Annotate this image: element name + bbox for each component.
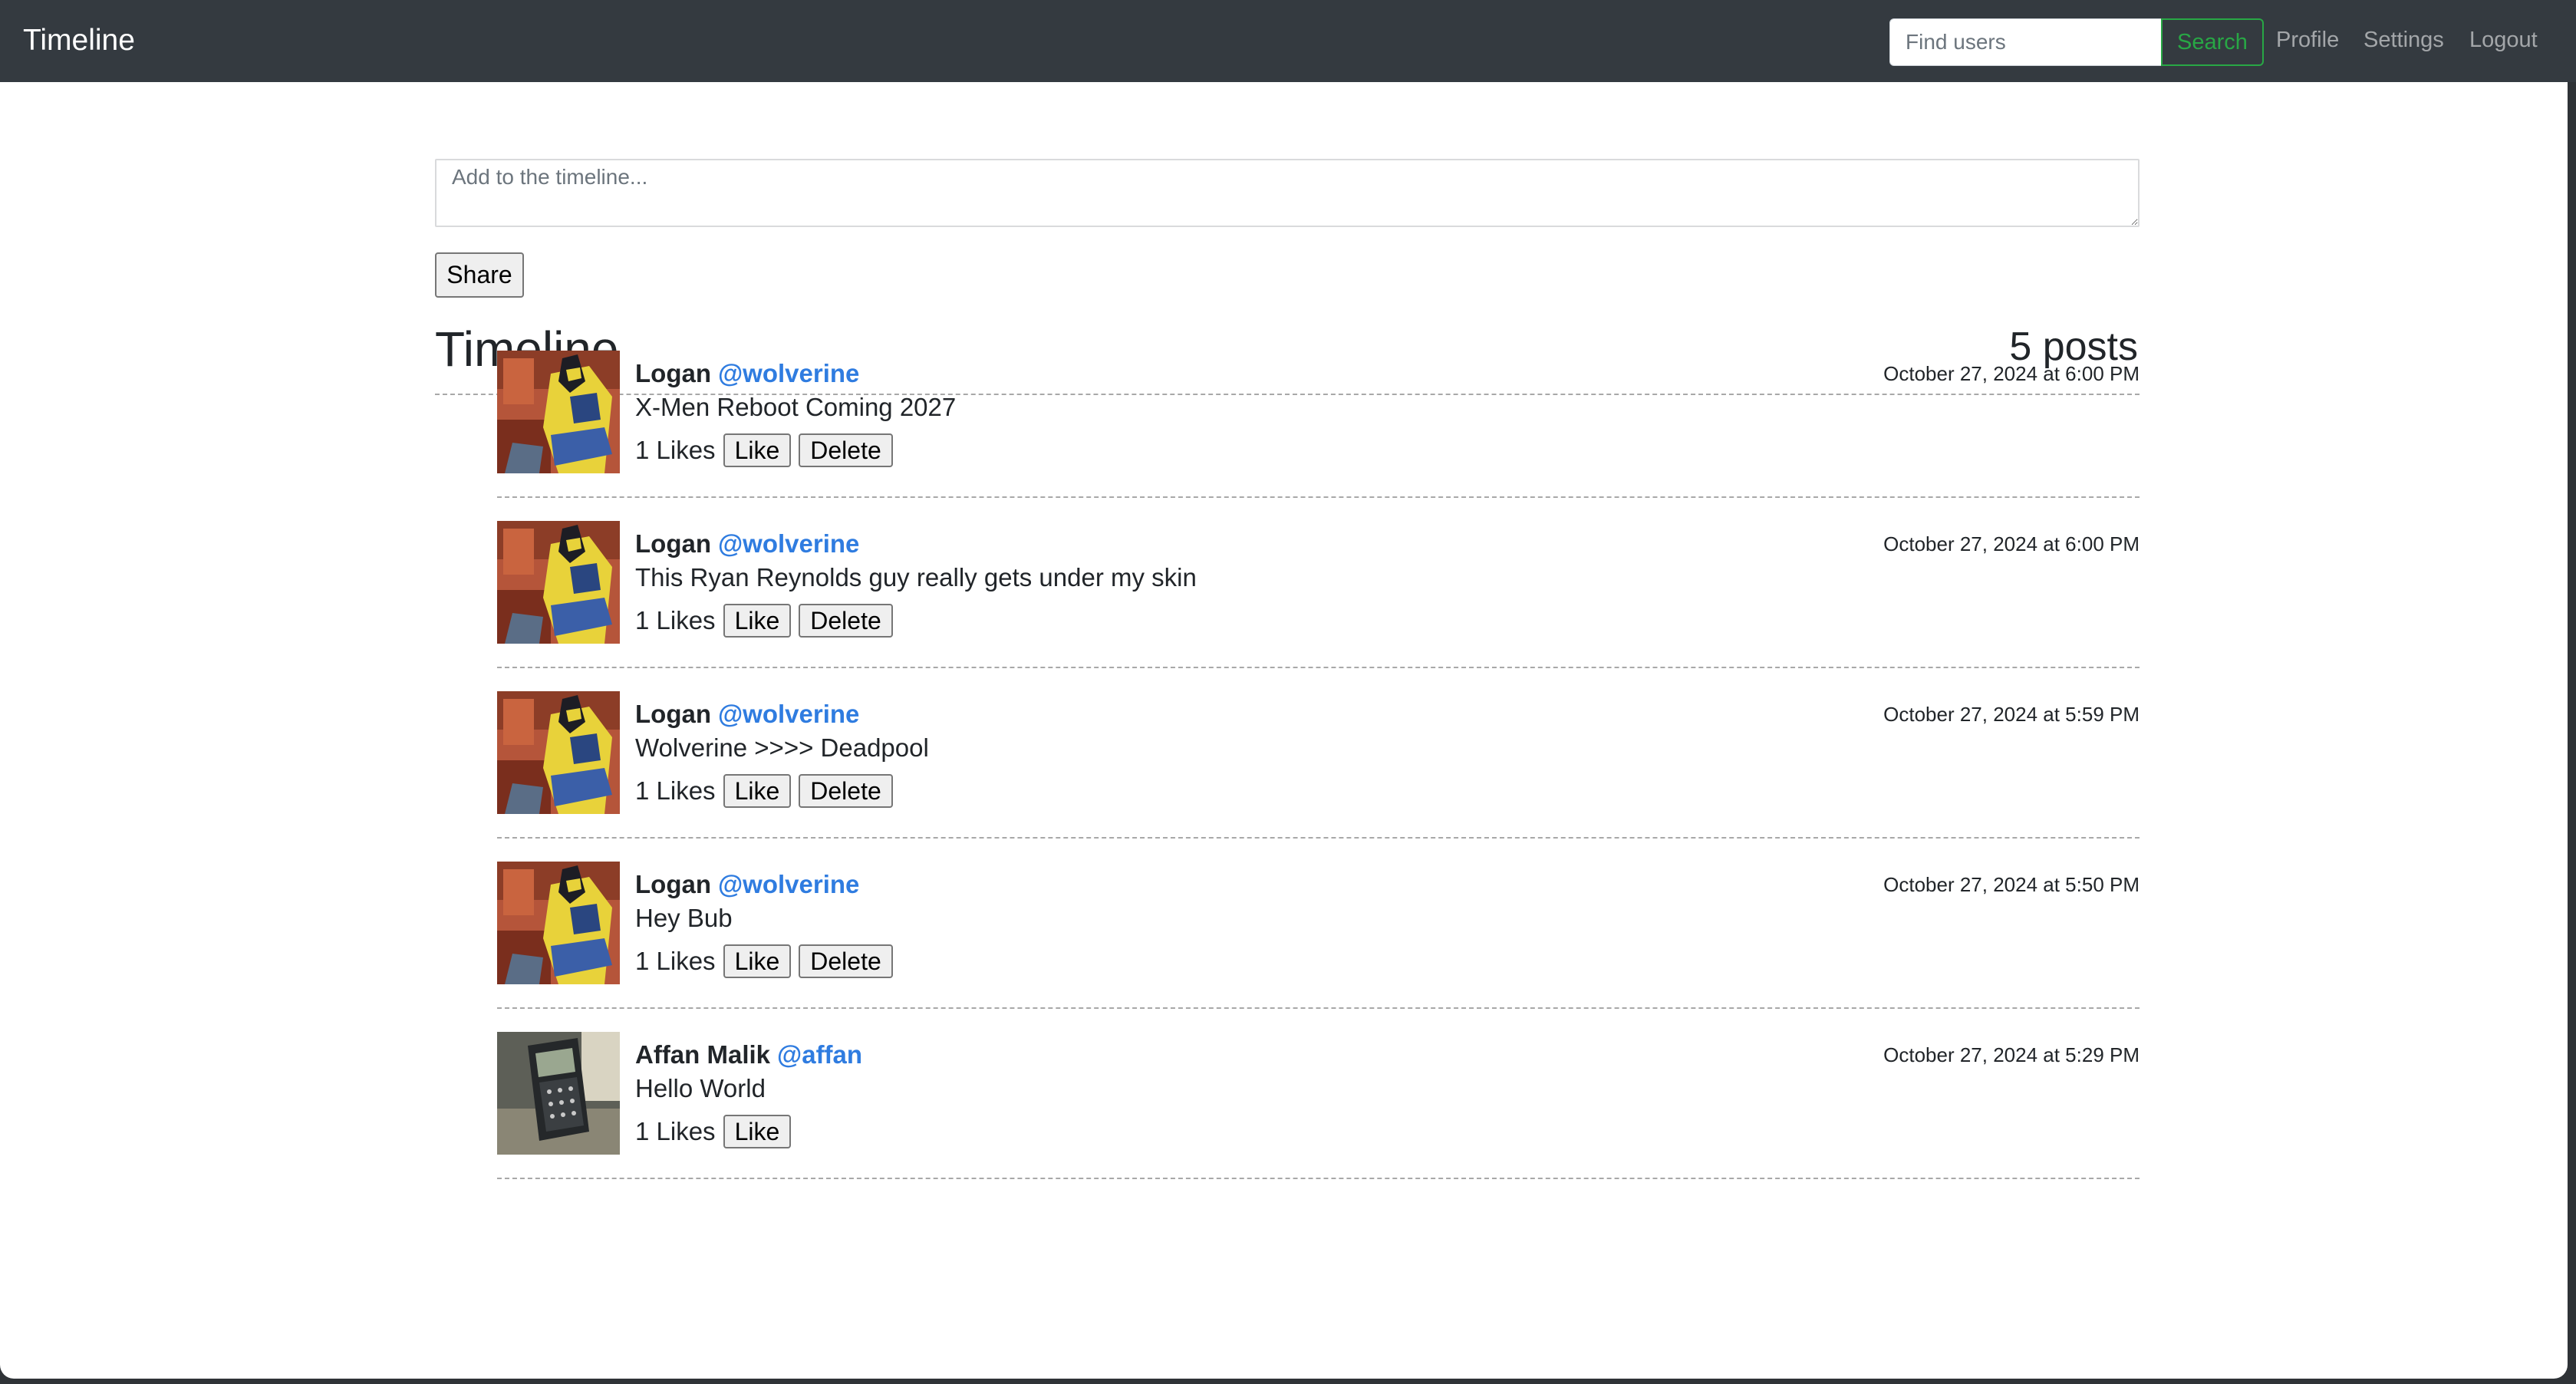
navbar: Timeline Search Profile Settings Logout	[0, 0, 2576, 82]
post-actions: 1 Likes Like Delete	[635, 773, 901, 809]
nav-profile-link[interactable]: Profile	[2276, 25, 2339, 55]
brand-link[interactable]: Timeline	[23, 21, 135, 61]
wolverine-avatar	[497, 351, 620, 473]
post-item: Logan @wolverine This Ryan Reynolds guy r…	[497, 498, 2140, 668]
post-actions: 1 Likes Like Delete	[635, 602, 901, 639]
post-author: Affan Malik @affan	[635, 1040, 862, 1070]
like-count: 1 Likes	[635, 436, 716, 464]
like-button[interactable]: Like	[723, 1115, 792, 1148]
post-text: This Ryan Reynolds guy really gets under…	[635, 563, 1197, 591]
nav-settings-link[interactable]: Settings	[2364, 25, 2444, 55]
find-users-input[interactable]	[1889, 18, 2162, 66]
like-button[interactable]: Like	[723, 604, 792, 638]
calculator-avatar	[497, 1032, 620, 1155]
wolverine-avatar	[497, 691, 620, 814]
post-text: Hello World	[635, 1074, 766, 1102]
post-author: Logan @wolverine	[635, 529, 859, 559]
like-button[interactable]: Like	[723, 433, 792, 467]
divider	[497, 1178, 2140, 1179]
post-composer-textarea[interactable]	[435, 159, 2140, 227]
post-author: Logan @wolverine	[635, 869, 859, 900]
nav-logout-link[interactable]: Logout	[2469, 25, 2538, 55]
like-button[interactable]: Like	[723, 774, 792, 808]
post-item: Logan @wolverine X-Men Reboot Coming 2027…	[497, 328, 2140, 498]
wolverine-avatar	[497, 521, 620, 644]
share-button[interactable]: Share	[435, 252, 524, 298]
post-text: X-Men Reboot Coming 2027	[635, 393, 957, 421]
author-name: Affan Malik	[635, 1040, 771, 1069]
post-item: Logan @wolverine Hey Bub October 27, 2024…	[497, 839, 2140, 1009]
author-handle-link[interactable]: @wolverine	[718, 870, 859, 898]
like-count: 1 Likes	[635, 947, 716, 975]
like-count: 1 Likes	[635, 776, 716, 805]
delete-button[interactable]: Delete	[799, 433, 893, 467]
post-timestamp: October 27, 2024 at 5:59 PM	[1883, 703, 2140, 726]
author-name: Logan	[635, 700, 711, 728]
delete-button[interactable]: Delete	[799, 944, 893, 978]
post-actions: 1 Likes Like Delete	[635, 943, 901, 980]
author-name: Logan	[635, 359, 711, 387]
like-button[interactable]: Like	[723, 944, 792, 978]
post-timestamp: October 27, 2024 at 5:50 PM	[1883, 873, 2140, 896]
post-item: Logan @wolverine Wolverine >>>> Deadpool …	[497, 668, 2140, 839]
like-count: 1 Likes	[635, 1117, 716, 1145]
post-actions: 1 Likes Like	[635, 1113, 799, 1150]
author-name: Logan	[635, 529, 711, 558]
post-author: Logan @wolverine	[635, 699, 859, 730]
search-button[interactable]: Search	[2161, 18, 2264, 66]
post-text: Hey Bub	[635, 904, 733, 932]
author-handle-link[interactable]: @wolverine	[718, 529, 859, 558]
post-timestamp: October 27, 2024 at 5:29 PM	[1883, 1043, 2140, 1066]
like-count: 1 Likes	[635, 606, 716, 634]
post-timestamp: October 27, 2024 at 6:00 PM	[1883, 362, 2140, 385]
author-handle-link[interactable]: @wolverine	[718, 359, 859, 387]
post-timestamp: October 27, 2024 at 6:00 PM	[1883, 532, 2140, 555]
delete-button[interactable]: Delete	[799, 774, 893, 808]
delete-button[interactable]: Delete	[799, 604, 893, 638]
post-item: Affan Malik @affan Hello World October 27…	[497, 1009, 2140, 1179]
author-handle-link[interactable]: @wolverine	[718, 700, 859, 728]
main-content: Share Timeline 5 posts	[0, 82, 2568, 1379]
author-handle-link[interactable]: @affan	[777, 1040, 862, 1069]
post-text: Wolverine >>>> Deadpool	[635, 733, 929, 762]
wolverine-avatar	[497, 862, 620, 984]
post-author: Logan @wolverine	[635, 358, 859, 389]
post-actions: 1 Likes Like Delete	[635, 432, 901, 469]
author-name: Logan	[635, 870, 711, 898]
page: Timeline Search Profile Settings Logout …	[0, 0, 2576, 1384]
